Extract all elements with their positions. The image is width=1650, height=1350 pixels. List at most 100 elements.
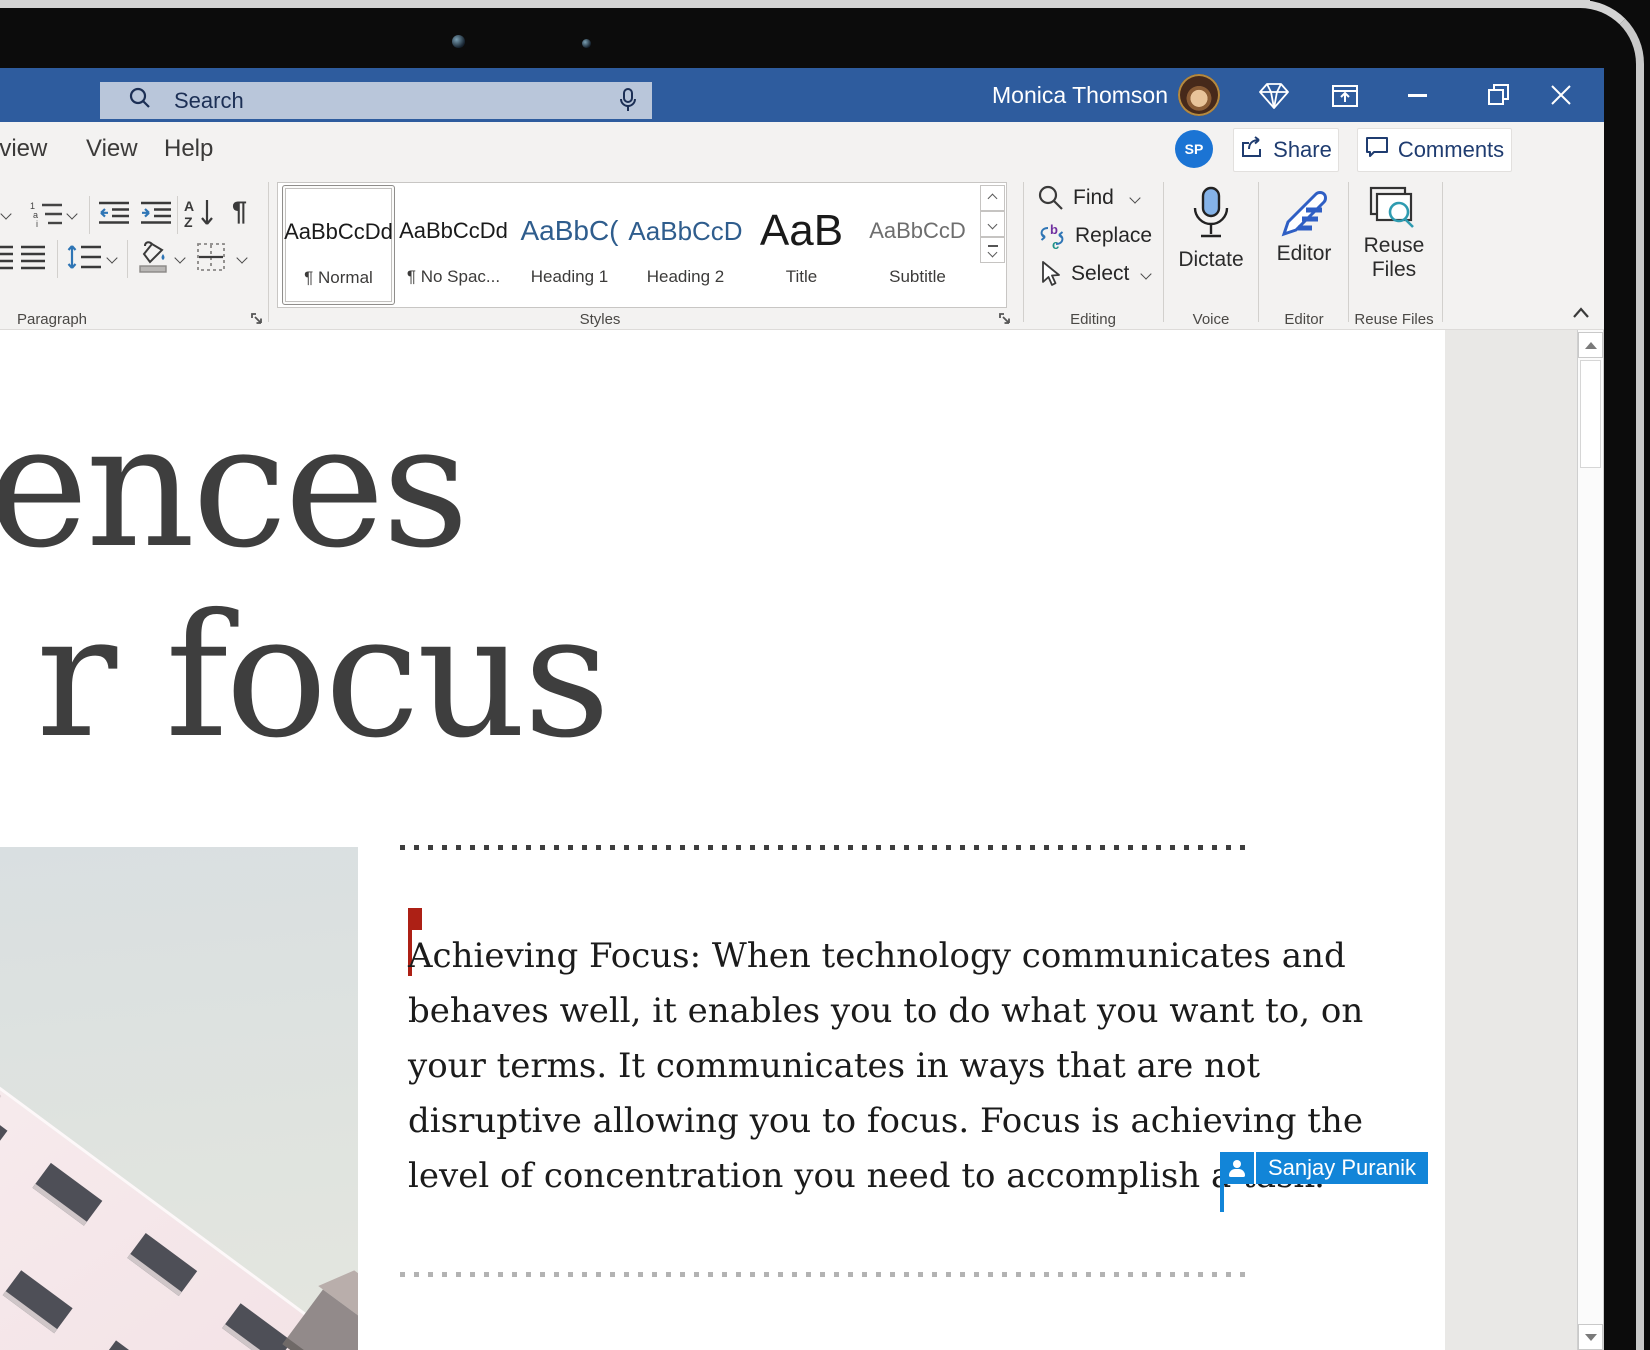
title-bar: Search Monica Thomson — [0, 68, 1604, 122]
bullets-dropdown-chevron[interactable] — [2, 210, 10, 218]
account-user-name[interactable]: Monica Thomson — [930, 68, 1168, 122]
share-icon — [1240, 136, 1264, 164]
svg-text:A: A — [184, 198, 194, 214]
close-button[interactable] — [1548, 82, 1574, 108]
comments-button[interactable]: Comments — [1357, 128, 1512, 172]
ribbon-tab-row: eview View Help SP Share Comments — [0, 122, 1604, 176]
increase-indent-icon[interactable] — [140, 200, 172, 226]
restore-button[interactable] — [1486, 82, 1512, 108]
paragraph-line: behaves well, it enables you to do what … — [408, 991, 1363, 1046]
editing-group-label: Editing — [1053, 310, 1133, 328]
user-avatar[interactable] — [1178, 74, 1220, 116]
tab-help[interactable]: Help — [164, 122, 213, 176]
paragraph-line: your terms. It communicates in ways that… — [408, 1046, 1363, 1101]
device-bezel-top — [0, 0, 1650, 68]
paragraph-group-label: Paragraph — [20, 310, 84, 328]
align-right-icon[interactable] — [0, 244, 14, 272]
shading-bucket-icon[interactable] — [136, 240, 170, 274]
find-icon — [1038, 185, 1064, 211]
search-microphone-icon[interactable] — [618, 88, 638, 114]
style-normal[interactable]: AaBbCcDd ¶ Normal — [282, 185, 395, 305]
justify-icon[interactable] — [20, 244, 46, 272]
multilevel-list-icon[interactable]: 1 a i — [30, 200, 64, 228]
replace-icon: b c — [1038, 222, 1066, 250]
comments-icon — [1365, 136, 1389, 164]
ribbon: 1 a i — [0, 176, 1604, 330]
paragraph-line: disruptive allowing you to focus. Focus … — [408, 1101, 1363, 1156]
comments-label: Comments — [1398, 137, 1504, 163]
paragraph-dialog-launcher[interactable] — [250, 312, 265, 327]
select-button[interactable]: Select — [1038, 260, 1150, 288]
select-cursor-icon — [1038, 261, 1062, 287]
collaborator-person-icon — [1220, 1152, 1256, 1184]
editor-button[interactable]: Editor — [1262, 188, 1346, 266]
tab-view[interactable]: View — [86, 122, 138, 176]
scroll-up-button[interactable] — [1578, 332, 1603, 358]
replace-button[interactable]: b c Replace — [1038, 222, 1152, 250]
sort-icon[interactable]: A Z — [184, 198, 216, 228]
document-page[interactable]: ences r focus Achieving Focus: When tech… — [0, 330, 1445, 1350]
building-facade — [0, 1057, 358, 1350]
collaborator-name: Sanjay Puranik — [1256, 1152, 1428, 1184]
premium-gem-icon[interactable] — [1258, 82, 1290, 110]
style-heading2[interactable]: AaBbCcD Heading 2 — [630, 185, 741, 303]
minimize-button[interactable] — [1405, 86, 1429, 104]
svg-text:b: b — [1050, 222, 1058, 237]
webcam-sensor-icon — [582, 39, 591, 48]
dictate-button[interactable]: Dictate — [1168, 186, 1254, 272]
microphone-icon — [1189, 186, 1233, 244]
styles-gallery-more[interactable] — [980, 237, 1005, 263]
decorative-dotted-rule-top — [400, 845, 1253, 850]
presence-badge[interactable]: SP — [1175, 130, 1213, 168]
document-canvas: ences r focus Achieving Focus: When tech… — [0, 330, 1604, 1350]
editor-pen-icon — [1278, 188, 1330, 240]
scroll-down-button[interactable] — [1578, 1324, 1603, 1350]
svg-text:Z: Z — [184, 214, 193, 228]
borders-icon[interactable] — [196, 242, 226, 272]
styles-scroll-down[interactable] — [980, 211, 1005, 237]
paragraph-line: Achieving Focus: When technology communi… — [408, 936, 1363, 991]
document-heading-line1: ences — [0, 402, 466, 572]
show-formatting-marks-icon[interactable]: ¶ — [232, 196, 247, 227]
style-heading1[interactable]: AaBbC( Heading 1 — [514, 185, 625, 303]
reuse-files-button[interactable]: Reuse Files — [1352, 186, 1436, 282]
decrease-indent-icon[interactable] — [98, 200, 130, 226]
share-button[interactable]: Share — [1233, 128, 1339, 172]
style-title[interactable]: AaB Title — [746, 185, 857, 303]
collaborator-cursor-flag: Sanjay Puranik — [1220, 1152, 1428, 1184]
line-spacing-icon[interactable] — [66, 242, 102, 272]
document-photo-building — [0, 847, 358, 1350]
device-edge-right — [1636, 110, 1644, 1350]
svg-text:i: i — [36, 219, 38, 228]
styles-dialog-launcher[interactable] — [998, 312, 1013, 327]
multilevel-list-chevron[interactable] — [68, 210, 76, 218]
search-input[interactable]: Search — [100, 82, 652, 119]
reuse-files-group-label: Reuse Files — [1348, 310, 1440, 328]
device-edge-top — [0, 0, 1590, 8]
search-placeholder: Search — [174, 88, 244, 114]
collapse-ribbon-chevron[interactable] — [1572, 306, 1588, 318]
decorative-dotted-rule-bottom — [400, 1272, 1253, 1277]
share-label: Share — [1273, 137, 1332, 163]
tab-review[interactable]: eview — [0, 122, 47, 176]
reuse-files-icon — [1369, 186, 1419, 232]
laptop-screen: Search Monica Thomson eview View Help SP — [0, 0, 1650, 1350]
styles-gallery: AaBbCcDd ¶ Normal AaBbCcDd ¶ No Spac... … — [277, 182, 1007, 308]
voice-group-label: Voice — [1171, 310, 1251, 328]
scrollbar-thumb[interactable] — [1580, 360, 1601, 468]
revision-cursor-flag — [408, 908, 422, 930]
editor-group-label: Editor — [1262, 310, 1346, 328]
collaborator-caret — [1220, 1184, 1224, 1212]
styles-scroll-up[interactable] — [980, 185, 1005, 211]
style-subtitle[interactable]: AaBbCcD Subtitle — [862, 185, 973, 303]
shading-chevron[interactable] — [176, 254, 184, 262]
find-button[interactable]: Find — [1038, 184, 1139, 212]
webcam-icon — [452, 35, 465, 48]
borders-chevron[interactable] — [238, 254, 246, 262]
line-spacing-chevron[interactable] — [108, 254, 116, 262]
styles-group-label: Styles — [560, 310, 640, 328]
document-heading-line2: r focus — [36, 592, 608, 762]
style-no-spacing[interactable]: AaBbCcDd ¶ No Spac... — [398, 185, 509, 303]
vertical-scrollbar[interactable] — [1577, 330, 1604, 1350]
ribbon-display-options-icon[interactable] — [1330, 84, 1360, 108]
